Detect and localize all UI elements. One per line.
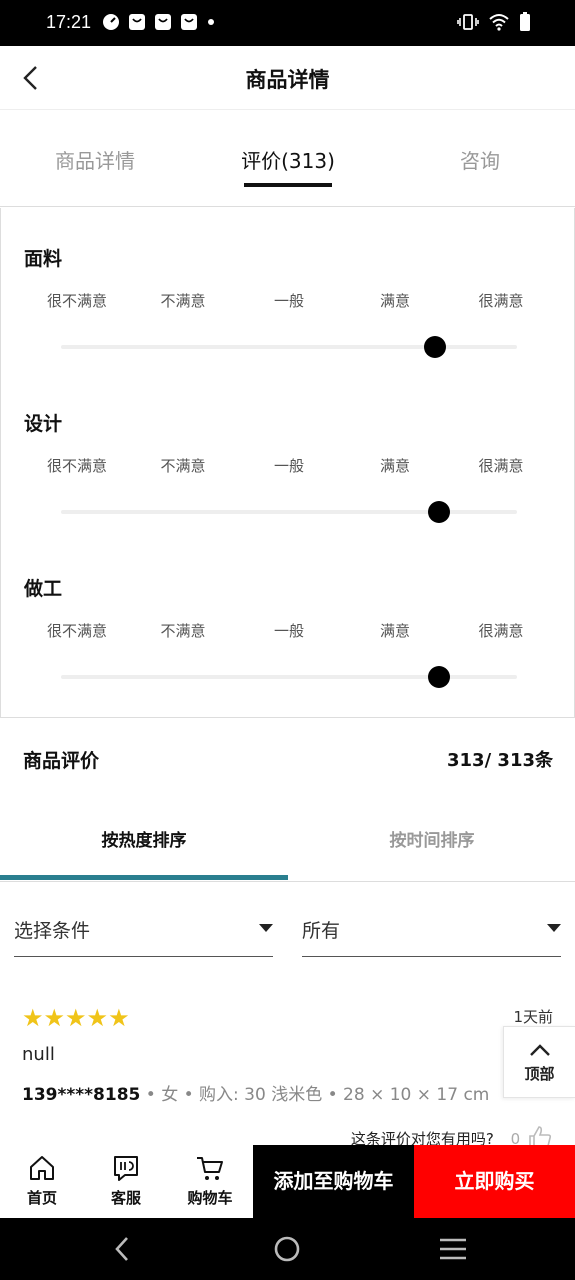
wifi-icon	[489, 14, 509, 31]
scale-label: 一般	[273, 622, 304, 640]
nav-service[interactable]: 客服	[84, 1145, 168, 1218]
condition-dropdown[interactable]: 选择条件	[14, 900, 273, 957]
rating-workmanship: 做工 很不满意 不满意 一般 满意 很满意	[1, 538, 575, 703]
review-text: null	[22, 1044, 55, 1065]
scale-label: 很满意	[478, 292, 524, 310]
active-tab-indicator	[244, 183, 332, 187]
shopping-cart-icon	[197, 1157, 223, 1180]
system-menu-icon[interactable]	[439, 1237, 467, 1261]
scale-label: 很满意	[478, 457, 524, 475]
reviews-count: 313/ 313条	[447, 750, 553, 771]
buy-now-button[interactable]: 立即购买	[414, 1145, 575, 1218]
reviews-header: 商品评价 313/ 313条	[0, 718, 575, 798]
app-header: 商品详情	[0, 46, 575, 110]
nav-home[interactable]: 首页	[0, 1145, 84, 1218]
shopping-bag-icon	[155, 14, 171, 30]
notification-icons	[102, 13, 216, 31]
rating-knob	[428, 501, 451, 523]
rating-design: 设计 很不满意 不满意 一般 满意 很满意	[1, 373, 575, 538]
active-sort-indicator	[0, 875, 288, 880]
rating-track	[61, 345, 517, 349]
rating-knob	[428, 666, 451, 688]
scale-label: 很满意	[478, 622, 524, 640]
scale-label: 满意	[379, 622, 410, 640]
nav-cart[interactable]: 购物车	[168, 1145, 252, 1218]
shopping-bag-icon	[181, 14, 197, 30]
rating-knob	[423, 336, 446, 358]
scale-label: 很不满意	[46, 292, 107, 310]
system-navigation-bar	[0, 1218, 575, 1280]
star-rating: ★★★★★	[22, 1004, 130, 1032]
speedometer-icon	[103, 14, 119, 30]
scale-label: 一般	[273, 292, 304, 310]
system-home-icon[interactable]	[273, 1235, 301, 1263]
review-time: 1天前	[513, 1008, 553, 1026]
scope-dropdown-value: 所有	[302, 920, 341, 942]
review-purchase-info: • 女 • 购入: 30 浅米色 • 28 × 10 × 17 cm	[140, 1085, 490, 1105]
scale-label: 不满意	[160, 457, 206, 475]
review-user: 139****8185	[22, 1085, 141, 1105]
rating-title: 面料	[24, 248, 63, 270]
caret-down-icon	[547, 924, 561, 932]
sort-tabs: 按热度排序 按时间排序	[0, 798, 575, 882]
back-to-top-button[interactable]: 顶部	[503, 1026, 575, 1098]
reviews-title: 商品评价	[23, 750, 100, 772]
home-icon	[30, 1156, 54, 1180]
condition-dropdown-label: 选择条件	[14, 920, 91, 942]
nav-cart-label: 购物车	[187, 1189, 233, 1207]
dot-icon	[208, 19, 214, 25]
status-bar: 17:21	[0, 0, 575, 46]
scale-label: 满意	[379, 457, 410, 475]
sort-by-time-tab[interactable]: 按时间排序	[288, 826, 575, 851]
scale-label: 一般	[273, 457, 304, 475]
customer-service-icon	[114, 1156, 138, 1181]
caret-down-icon	[259, 924, 273, 932]
rating-summary: 面料 很不满意 不满意 一般 满意 很满意 设计 很不满意 不满意 一般 满意 …	[0, 208, 575, 718]
tab-product-details[interactable]: 商品详情	[20, 145, 170, 174]
rating-title: 做工	[24, 578, 63, 600]
scale-label: 不满意	[160, 622, 206, 640]
back-to-top-label: 顶部	[524, 1065, 555, 1083]
scale-label: 很不满意	[46, 622, 107, 640]
status-time: 17:21	[46, 12, 92, 32]
tab-consult[interactable]: 咨询	[405, 145, 555, 174]
bottom-action-bar: 首页 客服 购物车 添加至购物车 立即购买	[0, 1145, 575, 1218]
add-to-cart-button[interactable]: 添加至购物车	[253, 1145, 414, 1218]
vibrate-icon	[457, 14, 479, 30]
scope-dropdown[interactable]: 所有	[302, 900, 561, 957]
system-back-icon[interactable]	[112, 1235, 132, 1263]
page-title: 商品详情	[245, 68, 330, 92]
chevron-up-icon	[530, 1044, 550, 1056]
detail-tabs: 商品详情 评价(313) 咨询	[0, 111, 575, 207]
review-item: ★★★★★ 1天前 null 139****8185 • 女 • 购入: 30 …	[0, 990, 575, 1150]
scale-label: 满意	[379, 292, 410, 310]
sort-by-popularity-tab[interactable]: 按热度排序	[0, 826, 288, 851]
shopping-bag-icon	[129, 14, 145, 30]
scale-label: 很不满意	[46, 457, 107, 475]
nav-home-label: 首页	[26, 1189, 57, 1207]
tab-reviews[interactable]: 评价(313)	[213, 145, 363, 174]
system-icons	[457, 12, 531, 32]
battery-icon	[520, 12, 530, 31]
rating-fabric: 面料 很不满意 不满意 一般 满意 很满意	[1, 208, 575, 373]
scale-label: 不满意	[160, 292, 206, 310]
nav-service-label: 客服	[110, 1189, 141, 1207]
rating-title: 设计	[24, 413, 63, 435]
review-meta: 139****8185 • 女 • 购入: 30 浅米色 • 28 × 10 ×…	[22, 1080, 489, 1105]
